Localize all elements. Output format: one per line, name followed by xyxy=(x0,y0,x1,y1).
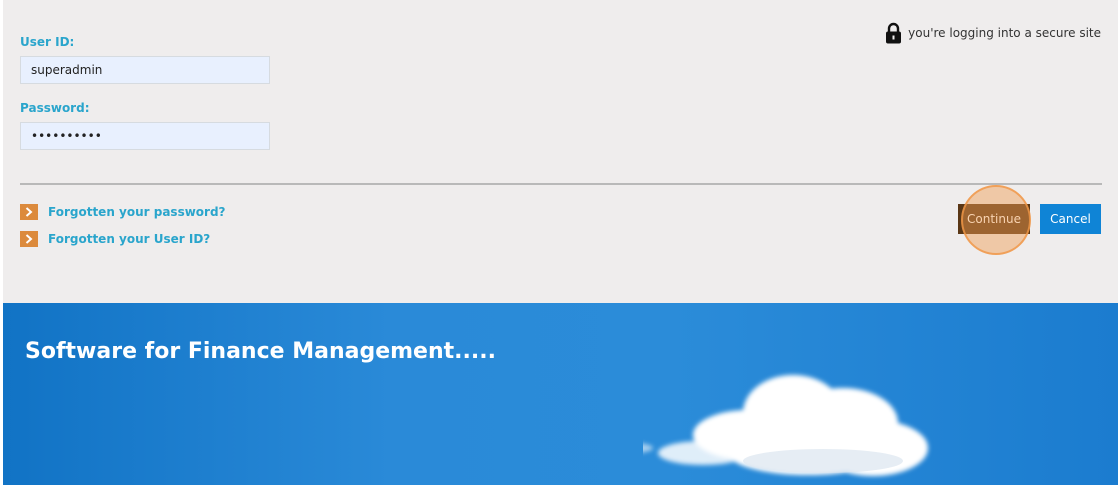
login-panel: User ID: Password: you're logging into a… xyxy=(3,0,1118,485)
user-id-label: User ID: xyxy=(20,35,75,49)
forgot-password-text: Forgotten your password? xyxy=(48,205,226,219)
chevron-right-icon xyxy=(20,204,38,220)
password-input[interactable] xyxy=(20,122,270,150)
forgot-user-id-link[interactable]: Forgotten your User ID? xyxy=(20,231,210,247)
lock-icon xyxy=(886,22,902,44)
secure-notice-text: you're logging into a secure site xyxy=(908,26,1101,40)
continue-button[interactable]: Continue xyxy=(958,204,1030,234)
forgot-password-link[interactable]: Forgotten your password? xyxy=(20,204,226,220)
divider xyxy=(20,183,1102,185)
user-id-input[interactable] xyxy=(20,56,270,84)
cloud-image xyxy=(643,375,928,476)
banner-title: Software for Finance Management..... xyxy=(25,339,496,364)
cancel-button[interactable]: Cancel xyxy=(1040,204,1101,234)
hero-banner: Software for Finance Management..... xyxy=(3,303,1118,485)
secure-notice: you're logging into a secure site xyxy=(885,22,1101,44)
password-label: Password: xyxy=(20,101,90,115)
chevron-right-icon xyxy=(20,231,38,247)
forgot-user-id-text: Forgotten your User ID? xyxy=(48,232,211,246)
